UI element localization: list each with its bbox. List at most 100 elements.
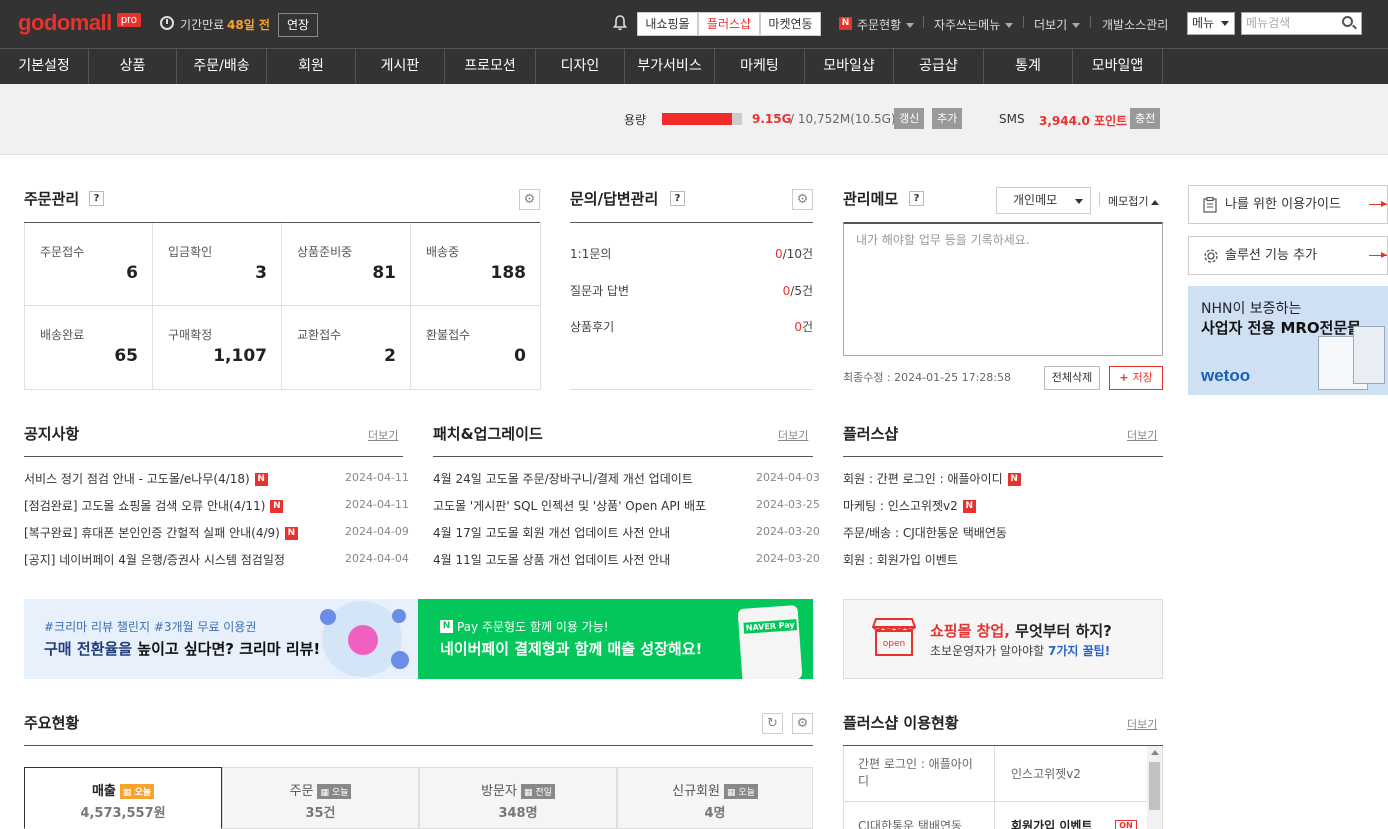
nav-mobile-app[interactable]: 모바일앱 [1073,49,1163,84]
order-cell[interactable]: 주문접수 6 [25,223,153,306]
memo-collapse-button[interactable]: 메모접기 [1108,193,1160,209]
gear-icon[interactable]: ⚙ [519,189,540,210]
save-button[interactable]: + 저장 [1109,366,1163,390]
nav-orders[interactable]: 주문/배송 [177,49,267,84]
crema-main-a: 구매 전환율을 [44,640,138,658]
qa-row-label[interactable]: 상품후기 [570,318,614,335]
bag-icon [320,609,336,625]
patch-item[interactable]: 4월 11일 고도몰 상품 개선 업데이트 사전 안내 [433,551,670,568]
order-cell[interactable]: 상품준비중 81 [282,223,411,306]
crema-banner[interactable]: #크리마 리뷰 챌린지 #3개월 무료 이용권 구매 전환율을 높이고 싶다면?… [24,599,418,679]
patch-more-link[interactable]: 더보기 [778,427,808,443]
stat-label-text: 방문자 [481,784,517,799]
refresh-icon[interactable]: ↻ [762,713,783,734]
sparkle-icon [392,609,406,623]
scrollbar-thumb[interactable] [1149,762,1160,810]
frequent-menu[interactable]: 자주쓰는메뉴 [934,16,1014,33]
main-nav: 기본설정 상품 주문/배송 회원 게시판 프로모션 디자인 부가서비스 마케팅 … [0,48,1388,84]
add-capacity-button[interactable]: 추가 [932,108,963,129]
memo-last-modified: 최종수정 : 2024-01-25 17:28:58 [843,371,1012,384]
extend-button[interactable]: 연장 [278,13,319,37]
plusshop-item[interactable]: 마케팅 : 인스고위젯v2 N [843,497,976,514]
qa-row-label[interactable]: 질문과 답변 [570,282,629,299]
stat-tab-sales[interactable]: 매출 ▦ 오늘 4,573,557원 [24,767,222,829]
patch-item[interactable]: 4월 24일 고도몰 주문/장바구니/결제 개선 업데이트 [433,470,693,487]
nav-promotion[interactable]: 프로모션 [445,49,536,84]
nav-supplier-shop[interactable]: 공급샵 [894,49,984,84]
charge-button[interactable]: 충전 [1130,108,1161,129]
divider [433,456,813,457]
plus-usage-cell[interactable]: 인스고위젯v2 [995,746,1147,802]
qa-row-label[interactable]: 1:1문의 [570,245,611,262]
plusshop-item[interactable]: 주문/배송 : CJ대한통운 택배연동 [843,524,1007,541]
order-cell[interactable]: 구매확정 1,107 [153,306,282,390]
renew-button[interactable]: 갱신 [894,108,925,129]
notice-item[interactable]: [복구완료] 휴대폰 본인인증 간헐적 실패 안내(4/9) N [24,524,298,541]
delete-all-button[interactable]: 전체삭제 [1044,366,1100,390]
godomall-logo[interactable]: godomall [18,10,112,36]
order-status-menu[interactable]: 주문현황 [857,16,915,33]
stat-tab-new-members[interactable]: 신규회원 ▦ 오늘 4명 [617,767,813,829]
order-cell[interactable]: 입금확인 3 [153,223,282,306]
scrollbar[interactable] [1147,746,1162,829]
naverpay-banner[interactable]: N Pay 주문형도 함께 이용 가능! 네이버페이 결제형과 함께 매출 성장… [418,599,813,679]
nav-statistics[interactable]: 통계 [984,49,1073,84]
nav-addon-services[interactable]: 부가서비스 [625,49,715,84]
wetoo-ad-banner[interactable]: NHN이 보증하는 사업자 전용 MRO전문몰 wetoo [1188,286,1388,395]
help-icon[interactable]: ? [670,191,685,206]
plus-shop-tab[interactable]: 플러스샵 [698,12,760,36]
gear-icon[interactable]: ⚙ [792,713,813,734]
user-guide-button[interactable]: 나를 위한 이용가이드 [1188,185,1388,224]
search-icon[interactable] [1342,16,1353,27]
more-menu[interactable]: 더보기 [1034,16,1081,33]
notice-item[interactable]: [공지] 네이버페이 4월 은행/증권사 시스템 점검일정 [24,551,285,568]
my-shop-tab[interactable]: 내쇼핑몰 [637,12,698,36]
nav-design[interactable]: 디자인 [536,49,625,84]
notice-item[interactable]: [점검완료] 고도몰 쇼핑몰 검색 오류 안내(4/11) N [24,497,284,514]
plus-usage-more-link[interactable]: 더보기 [1127,716,1157,732]
patch-item[interactable]: 4월 17일 고도몰 회원 개선 업데이트 사전 안내 [433,524,670,541]
calendar-icon: ▦ [122,788,135,798]
memo-textarea[interactable]: 내가 해야할 업무 등을 기록하세요. [843,222,1163,356]
dev-source-link[interactable]: 개발소스관리 [1102,16,1168,33]
plusshop-item[interactable]: 회원 : 간편 로그인 : 애플아이디 N [843,470,1021,487]
nav-basic-settings[interactable]: 기본설정 [0,49,89,84]
bell-icon[interactable] [613,15,627,31]
help-icon[interactable]: ? [89,191,104,206]
order-cell[interactable]: 배송완료 65 [25,306,153,390]
on-badge: ON [1115,820,1137,829]
chevron-down-icon [1075,199,1083,204]
startup-banner[interactable]: open 쇼핑몰 창업, 무엇부터 하지? 초보운영자가 알아야할 7가지 꿀팁… [843,599,1163,679]
notice-item[interactable]: 서비스 정기 점검 안내 - 고도몰/e나무(4/18) N [24,470,268,487]
divider [1090,16,1091,28]
gear-icon[interactable]: ⚙ [792,189,813,210]
plusshop-item[interactable]: 회원 : 회원가입 이벤트 [843,551,958,568]
order-cell-label: 입금확인 [168,245,213,259]
memo-type-select[interactable]: 개인메모 [996,187,1091,214]
notice-date: 2024-04-11 [345,471,409,484]
market-link-tab[interactable]: 마켓연동 [760,12,821,36]
order-cell-value: 1,107 [213,346,267,366]
menu-select[interactable]: 메뉴 [1187,12,1235,35]
notice-more-link[interactable]: 더보기 [368,427,398,443]
nav-marketing[interactable]: 마케팅 [715,49,805,84]
patch-item[interactable]: 고도몰 '게시판' SQL 인젝션 및 '상품' Open API 배포 [433,497,706,514]
order-cell[interactable]: 배송중 188 [411,223,541,306]
qa-row-count: 0건 [794,318,813,335]
nav-mobile-shop[interactable]: 모바일샵 [805,49,894,84]
nav-products[interactable]: 상품 [89,49,177,84]
add-solution-button[interactable]: 솔루션 기능 추가 [1188,236,1388,275]
nav-members[interactable]: 회원 [267,49,356,84]
plusshop-more-link[interactable]: 더보기 [1127,427,1157,443]
npay-main: 네이버페이 결제형과 함께 매출 성장해요! [440,640,703,658]
stat-tab-visitors[interactable]: 방문자 ▦ 전일 348명 [419,767,617,829]
plus-usage-cell[interactable]: CJ대한통운 택배연동 [844,802,995,829]
plus-usage-cell[interactable]: 간편 로그인 : 애플아이디 [844,746,995,802]
nav-board[interactable]: 게시판 [356,49,445,84]
order-cell[interactable]: 환불접수 0 [411,306,541,390]
help-icon[interactable]: ? [909,191,924,206]
expire-days: 48일 전 [227,18,270,32]
order-cell[interactable]: 교환접수 2 [282,306,411,390]
scroll-up-icon[interactable] [1151,750,1159,755]
stat-tab-orders[interactable]: 주문 ▦ 오늘 35건 [222,767,419,829]
